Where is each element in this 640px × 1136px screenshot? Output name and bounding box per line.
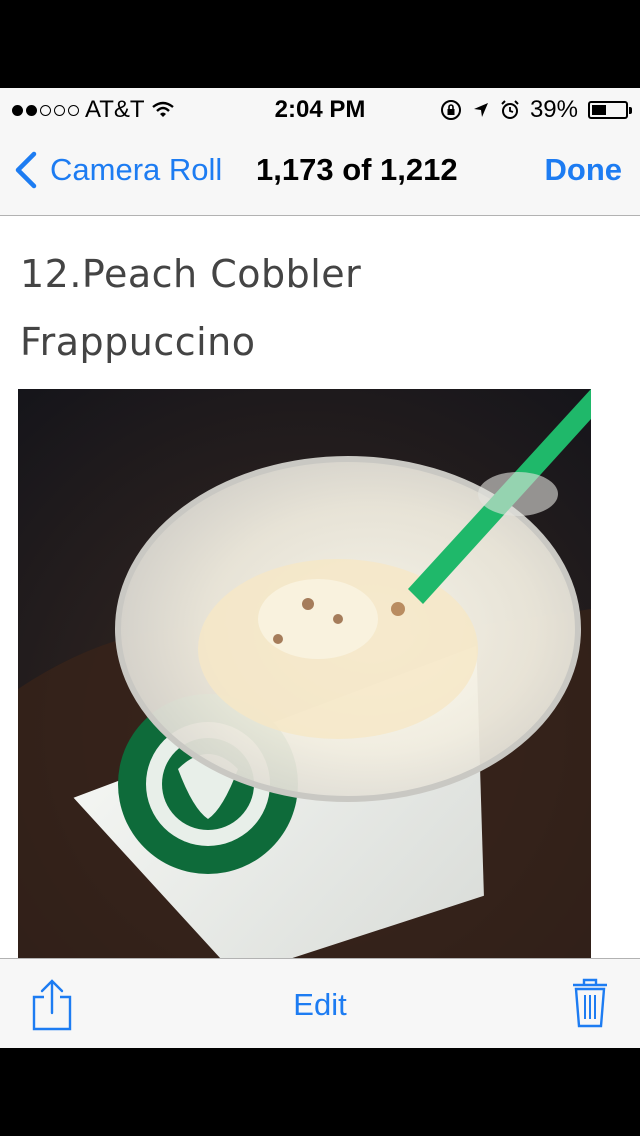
navigation-bar: Camera Roll 1,173 of 1,212 Done (0, 128, 640, 216)
battery-percent: 39% (529, 96, 578, 123)
share-button[interactable] (30, 977, 74, 1038)
back-button[interactable]: Camera Roll (14, 150, 222, 190)
done-button[interactable]: Done (545, 152, 623, 188)
frappuccino-photo[interactable] (18, 389, 591, 958)
delete-button[interactable] (570, 977, 610, 1034)
edit-button-wrapper: Edit (0, 987, 640, 1023)
battery-icon (588, 101, 632, 119)
back-button-label: Camera Roll (50, 152, 223, 187)
bottom-letterbox (0, 1048, 640, 1136)
trash-icon (573, 978, 607, 1028)
location-arrow-icon (473, 103, 488, 117)
top-letterbox (0, 0, 640, 88)
recipe-title-line1: 12.Peach Cobbler (20, 252, 362, 296)
alarm-icon (501, 100, 519, 119)
chevron-left-icon (15, 151, 37, 189)
share-icon (32, 979, 72, 1031)
frappuccino-image (18, 389, 591, 958)
edit-button[interactable]: Edit (293, 987, 346, 1022)
orientation-lock-icon (440, 100, 461, 120)
recipe-title-line2: Frappuccino (20, 320, 256, 364)
photo-content: 12.Peach Cobbler Frappuccino (0, 216, 640, 958)
status-bar: AT&T 2:04 PM 39% (0, 88, 640, 128)
bottom-toolbar: Edit (0, 958, 640, 1048)
status-right: 39% (440, 96, 632, 124)
photo-counter-title: 1,173 of 1,212 (256, 152, 458, 187)
